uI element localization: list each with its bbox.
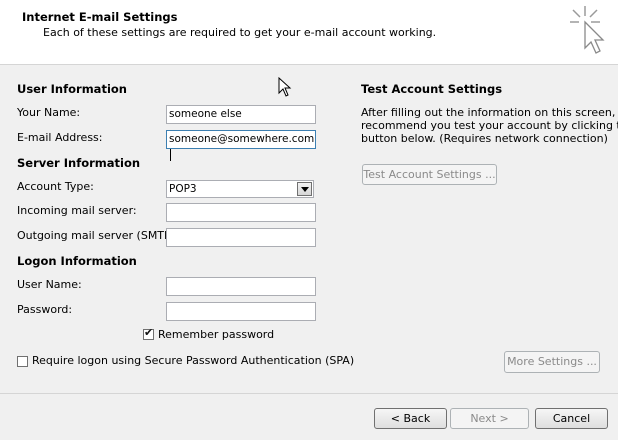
account-type-select[interactable]: POP3 <box>166 180 314 198</box>
more-settings-button[interactable]: More Settings ... <box>504 351 600 373</box>
email-address-value: someone@somewhere.com <box>169 133 315 145</box>
checkmark-icon: ✔ <box>144 326 154 339</box>
test-description-line-3: button below. (Requires network connecti… <box>361 132 608 145</box>
password-label: Password: <box>17 303 73 316</box>
footer-divider <box>0 393 618 394</box>
test-settings-heading: Test Account Settings <box>361 82 503 96</box>
remember-password-checkbox[interactable]: ✔ <box>143 326 154 340</box>
text-caret <box>170 149 171 161</box>
account-type-label: Account Type: <box>17 180 94 193</box>
outgoing-server-field[interactable] <box>166 228 316 247</box>
outgoing-server-label: Outgoing mail server (SMTP): <box>17 229 179 242</box>
dialog-subtitle: Each of these settings are required to g… <box>43 26 437 39</box>
dialog-title: Internet E-mail Settings <box>22 10 178 24</box>
email-address-field[interactable]: someone@somewhere.com <box>166 130 316 161</box>
your-name-field[interactable]: someone else <box>166 105 316 124</box>
chevron-down-icon[interactable] <box>297 182 312 196</box>
email-address-label: E-mail Address: <box>17 131 103 144</box>
logon-info-heading: Logon Information <box>17 254 137 268</box>
user-info-heading: User Information <box>17 82 127 96</box>
password-field[interactable] <box>166 302 316 321</box>
user-name-field[interactable] <box>166 277 316 296</box>
your-name-value: someone else <box>169 108 242 120</box>
spa-checkbox[interactable] <box>17 356 28 367</box>
account-type-value: POP3 <box>169 183 197 195</box>
test-description-line-2: recommend you test your account by click… <box>361 119 618 132</box>
test-description-line-1: After filling out the information on thi… <box>361 106 618 119</box>
server-info-heading: Server Information <box>17 156 141 170</box>
test-account-settings-button[interactable]: Test Account Settings ... <box>362 164 497 185</box>
your-name-label: Your Name: <box>17 106 81 119</box>
user-name-label: User Name: <box>17 278 82 291</box>
incoming-server-field[interactable] <box>166 203 316 222</box>
incoming-server-label: Incoming mail server: <box>17 204 137 217</box>
dialog-header: Internet E-mail Settings Each of these s… <box>0 0 618 65</box>
cancel-button[interactable]: Cancel <box>535 408 608 429</box>
remember-password-label: Remember password <box>158 328 275 341</box>
back-button[interactable]: < Back <box>374 408 447 429</box>
next-button[interactable]: Next > <box>450 408 529 429</box>
mouse-pointer-icon <box>278 77 292 97</box>
wizard-cursor-icon <box>570 6 605 54</box>
spa-label: Require logon using Secure Password Auth… <box>32 354 355 367</box>
